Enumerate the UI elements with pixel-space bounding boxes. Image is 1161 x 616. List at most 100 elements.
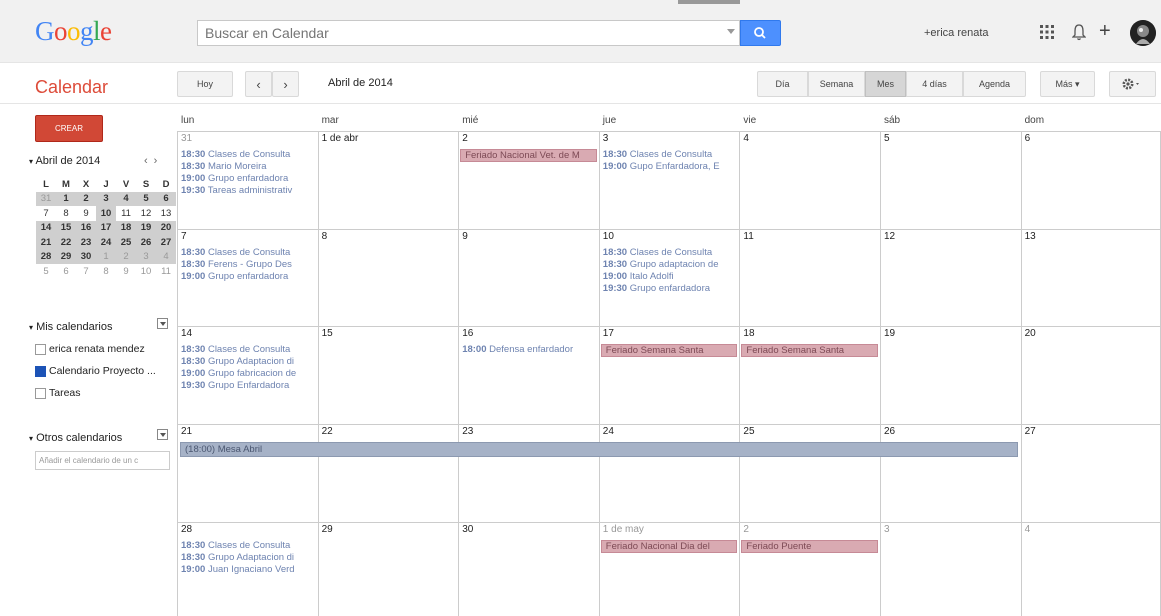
other-calendars-header[interactable]: ▾ Otros calendarios — [29, 432, 122, 444]
day-number[interactable]: 16 — [462, 328, 473, 339]
day-number[interactable]: 5 — [884, 133, 890, 144]
day-number[interactable]: 21 — [181, 426, 192, 437]
share-plus-icon[interactable]: + — [1099, 20, 1111, 43]
day-number[interactable]: 11 — [743, 231, 753, 242]
mini-day[interactable]: 10 — [136, 264, 156, 279]
mini-day[interactable]: 11 — [116, 206, 136, 221]
calendar-event[interactable]: 18:30 Clases de Consulta — [181, 149, 319, 161]
more-button[interactable]: Más ▾ — [1040, 71, 1095, 97]
mini-day[interactable]: 10 — [96, 206, 116, 221]
mini-day[interactable]: 5 — [36, 264, 56, 279]
day-number[interactable]: 25 — [743, 426, 754, 437]
day-number[interactable]: 3 — [603, 133, 609, 144]
mini-day[interactable]: 24 — [96, 235, 116, 250]
holiday-event[interactable]: Feriado Nacional Dia del — [600, 540, 738, 553]
mini-day[interactable]: 7 — [36, 206, 56, 221]
my-calendars-menu-icon[interactable] — [157, 318, 168, 329]
holiday-event[interactable]: Feriado Puente — [741, 540, 878, 553]
notifications-bell-icon[interactable] — [1072, 23, 1086, 41]
mini-day[interactable]: 6 — [156, 191, 176, 206]
mini-day[interactable]: 2 — [116, 249, 136, 264]
mini-day[interactable]: 26 — [136, 235, 156, 250]
mini-day[interactable]: 11 — [156, 264, 176, 279]
mini-day[interactable]: 8 — [56, 206, 76, 221]
mini-day[interactable]: 9 — [76, 206, 96, 221]
view-day-button[interactable]: Día — [757, 71, 808, 97]
holiday-event[interactable]: Feriado Nacional Vet. de M — [460, 149, 597, 162]
view-week-button[interactable]: Semana — [808, 71, 865, 97]
calendar-checkbox[interactable] — [35, 365, 46, 377]
search-button[interactable] — [740, 20, 781, 46]
day-number[interactable]: 1 de may — [603, 524, 644, 535]
calendar-event[interactable]: 19:00 Grupo enfardadora — [181, 173, 319, 185]
mini-prev-icon[interactable]: ‹ — [144, 155, 154, 167]
calendar-event[interactable]: 18:00 Defensa enfardador — [462, 344, 600, 356]
calendar-event[interactable]: 18:30 Clases de Consulta — [181, 247, 319, 259]
mini-day[interactable]: 7 — [76, 264, 96, 279]
mini-day[interactable]: 15 — [56, 220, 76, 235]
allday-event[interactable]: (18:00) Mesa Abril — [180, 442, 1018, 457]
calendar-list-item[interactable]: Calendario Proyecto ... — [35, 365, 156, 377]
search-options-icon[interactable] — [727, 29, 735, 34]
view-agenda-button[interactable]: Agenda — [963, 71, 1026, 97]
create-event-button[interactable]: CREAR — [35, 115, 103, 142]
mini-day[interactable]: 1 — [96, 249, 116, 264]
calendar-event[interactable]: 19:30 Grupo enfardadora — [603, 283, 741, 295]
day-number[interactable]: 31 — [181, 133, 192, 144]
day-number[interactable]: 14 — [181, 328, 192, 339]
day-number[interactable]: 30 — [462, 524, 473, 535]
day-number[interactable]: 19 — [884, 328, 895, 339]
day-number[interactable]: 10 — [603, 231, 614, 242]
day-number[interactable]: 9 — [462, 231, 468, 242]
day-number[interactable]: 15 — [322, 328, 333, 339]
day-number[interactable]: 26 — [884, 426, 895, 437]
calendar-event[interactable]: 18:30 Grupo Adaptacion di — [181, 356, 319, 368]
mini-day[interactable]: 20 — [156, 220, 176, 235]
calendar-event[interactable]: 19:00 Grupo enfardadora — [181, 271, 319, 283]
mini-day[interactable]: 13 — [156, 206, 176, 221]
calendar-checkbox[interactable] — [35, 343, 46, 355]
settings-button[interactable] — [1109, 71, 1156, 97]
calendar-event[interactable]: 18:30 Grupo Adaptacion di — [181, 552, 319, 564]
day-number[interactable]: 12 — [884, 231, 895, 242]
mini-day[interactable]: 1 — [56, 191, 76, 206]
calendar-event[interactable]: 18:30 Clases de Consulta — [603, 247, 741, 259]
day-number[interactable]: 2 — [462, 133, 468, 144]
calendar-event[interactable]: 18:30 Clases de Consulta — [181, 540, 319, 552]
mini-day[interactable]: 3 — [136, 249, 156, 264]
day-number[interactable]: 20 — [1025, 328, 1036, 339]
calendar-event[interactable]: 19:00 Gupo Enfardadora, E — [603, 161, 741, 173]
day-number[interactable]: 27 — [1025, 426, 1036, 437]
calendar-list-item[interactable]: Tareas — [35, 387, 81, 399]
avatar[interactable] — [1130, 20, 1156, 46]
mini-calendar-title[interactable]: ▾ Abril de 2014 — [29, 155, 100, 167]
add-calendar-input[interactable]: Añadir el calendario de un c — [35, 451, 170, 470]
day-number[interactable]: 2 — [743, 524, 749, 535]
holiday-event[interactable]: Feriado Semana Santa — [600, 344, 738, 357]
user-name-link[interactable]: +erica renata — [924, 27, 989, 39]
calendar-event[interactable]: 19:30 Grupo Enfardadora — [181, 380, 319, 392]
today-button[interactable]: Hoy — [177, 71, 233, 97]
day-number[interactable]: 23 — [462, 426, 473, 437]
calendar-list-item[interactable]: erica renata mendez — [35, 343, 145, 355]
mini-day[interactable]: 16 — [76, 220, 96, 235]
mini-day[interactable]: 4 — [116, 191, 136, 206]
calendar-event[interactable]: 19:30 Tareas administrativ — [181, 185, 319, 197]
day-number[interactable]: 6 — [1025, 133, 1031, 144]
day-number[interactable]: 3 — [884, 524, 890, 535]
day-number[interactable]: 24 — [603, 426, 614, 437]
mini-day[interactable]: 18 — [116, 220, 136, 235]
mini-next-icon[interactable]: › — [154, 155, 164, 167]
prev-month-button[interactable]: ‹ — [245, 71, 272, 97]
mini-day[interactable]: 21 — [36, 235, 56, 250]
mini-day[interactable]: 8 — [96, 264, 116, 279]
other-calendars-menu-icon[interactable] — [157, 429, 168, 440]
day-number[interactable]: 13 — [1025, 231, 1036, 242]
mini-day[interactable]: 2 — [76, 191, 96, 206]
mini-day[interactable]: 17 — [96, 220, 116, 235]
google-logo[interactable]: Google — [35, 16, 112, 47]
mini-day[interactable]: 29 — [56, 249, 76, 264]
my-calendars-header[interactable]: ▾ Mis calendarios — [29, 321, 113, 333]
mini-day[interactable]: 9 — [116, 264, 136, 279]
calendar-event[interactable]: 18:30 Clases de Consulta — [181, 344, 319, 356]
